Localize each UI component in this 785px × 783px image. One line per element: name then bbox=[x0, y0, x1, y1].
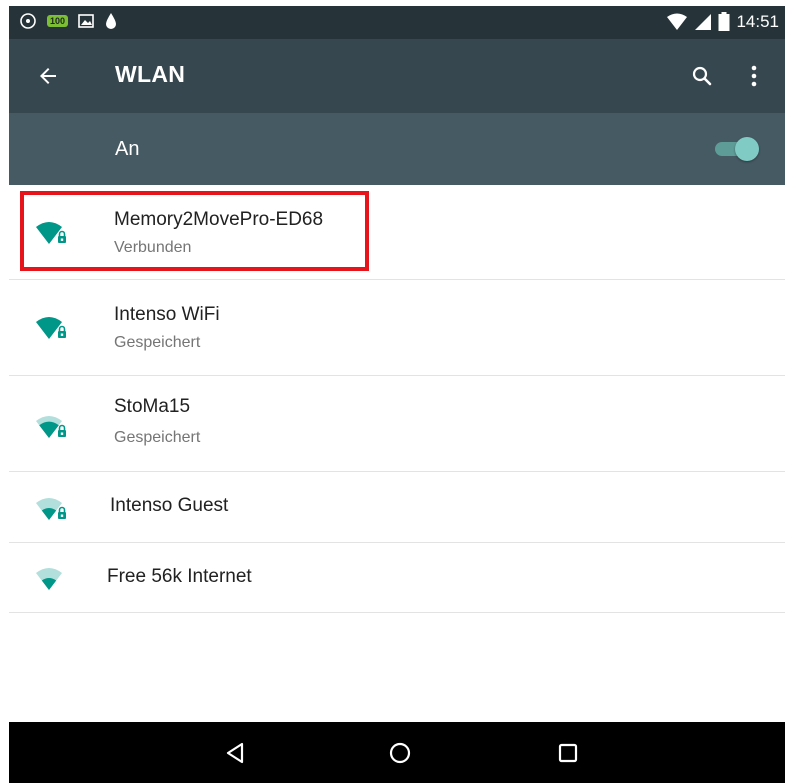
wifi-lock-icon bbox=[36, 222, 66, 244]
network-ssid: Intenso Guest bbox=[110, 495, 229, 516]
nav-back-icon bbox=[226, 742, 244, 764]
nav-home-icon bbox=[389, 742, 411, 764]
wifi-network-item[interactable]: Intenso Guest bbox=[9, 472, 785, 543]
battery-saver-icon: 100 bbox=[47, 15, 69, 27]
wlan-toggle[interactable] bbox=[715, 137, 759, 161]
toggle-thumb bbox=[735, 137, 759, 161]
page-title: WLAN bbox=[115, 61, 186, 87]
network-ssid: Intenso WiFi bbox=[114, 304, 220, 325]
overflow-menu-button[interactable] bbox=[737, 59, 771, 93]
navigation-bar bbox=[9, 722, 785, 783]
network-ssid: StoMa15 bbox=[114, 396, 191, 417]
wifi-network-item[interactable]: Memory2MovePro-ED68 Verbunden bbox=[9, 185, 785, 280]
switch-label: An bbox=[115, 138, 140, 160]
drop-icon bbox=[104, 12, 118, 30]
wifi-lock-icon bbox=[36, 416, 66, 438]
nav-recents-icon bbox=[558, 743, 578, 763]
network-status: Verbunden bbox=[114, 239, 192, 256]
image-icon bbox=[78, 13, 94, 29]
app-bar: WLAN bbox=[9, 39, 785, 113]
network-ssid: Free 56k Internet bbox=[107, 566, 252, 587]
cell-signal-icon bbox=[694, 13, 712, 31]
search-icon bbox=[692, 66, 712, 86]
network-status: Gespeichert bbox=[114, 334, 201, 351]
nav-home-button[interactable] bbox=[383, 736, 417, 770]
clock: 14:51 bbox=[736, 12, 779, 31]
wlan-master-switch-row[interactable]: An bbox=[9, 113, 785, 185]
search-button[interactable] bbox=[685, 59, 719, 93]
screen: 100 14:51 WLAN An Memory2MovePro-ED68 Ve… bbox=[0, 0, 785, 783]
wifi-network-item[interactable]: StoMa15 Gespeichert bbox=[9, 376, 785, 472]
nav-back-button[interactable] bbox=[218, 736, 252, 770]
wifi-network-list: Memory2MovePro-ED68 Verbunden Intenso Wi… bbox=[9, 185, 785, 613]
battery-icon bbox=[718, 12, 730, 32]
wifi-lock-icon bbox=[36, 498, 66, 520]
wifi-signal-icon bbox=[666, 13, 688, 31]
wifi-icon bbox=[36, 568, 62, 590]
wifi-network-item[interactable]: Intenso WiFi Gespeichert bbox=[9, 280, 785, 376]
nav-recents-button[interactable] bbox=[551, 736, 585, 770]
status-bar: 100 14:51 bbox=[9, 6, 785, 39]
back-arrow-icon bbox=[40, 68, 56, 84]
shield-icon bbox=[19, 12, 37, 30]
wifi-lock-icon bbox=[36, 317, 66, 339]
overflow-menu-icon bbox=[751, 65, 757, 87]
network-ssid: Memory2MovePro-ED68 bbox=[114, 209, 324, 230]
wifi-network-item[interactable]: Free 56k Internet bbox=[9, 543, 785, 613]
back-button[interactable] bbox=[31, 59, 65, 93]
network-status: Gespeichert bbox=[114, 429, 201, 446]
